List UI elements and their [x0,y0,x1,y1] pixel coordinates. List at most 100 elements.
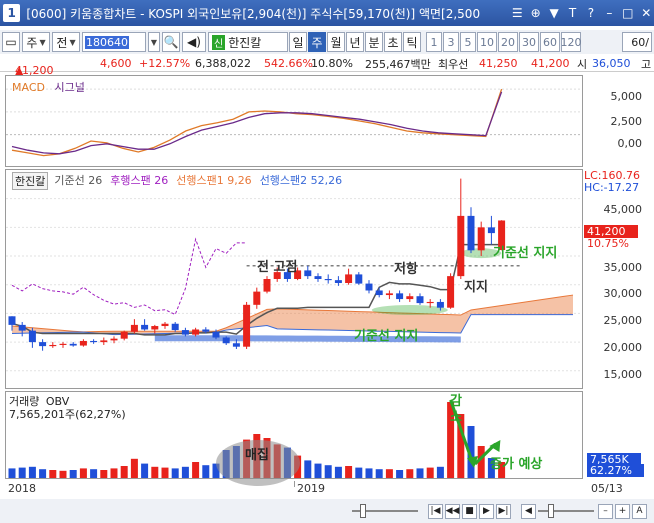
price-panel[interactable]: 한진칼 기준선 26 후행스팬 26 선행스팬1 9,26 선행스팬2 52,2… [5,169,583,389]
zoom-slider[interactable] [538,504,594,518]
volume-bar [406,469,414,478]
candle-body [457,215,465,277]
volume-bar [39,469,47,478]
macd-axis: 5,000 2,500 0,00 [584,75,652,167]
volume-bar [130,458,138,478]
zoom-in-icon[interactable]: + [615,503,630,519]
candle-body [141,324,149,330]
candle-body [59,343,67,345]
price-legend: 한진칼 기준선 26 후행스팬 26 선행스팬1 9,26 선행스팬2 52,2… [12,172,342,190]
macd-axis-label: 5,000 [610,90,643,103]
candle-body [447,276,455,308]
price-axis-label: 15,000 [603,368,643,381]
type-select[interactable]: 주 ▼ [22,32,50,52]
candle-body [161,323,169,327]
interval-button[interactable]: 5 [460,32,476,52]
period-button[interactable]: 초 [384,32,402,52]
last-page-icon[interactable]: ▶| [496,503,511,519]
volume-bar [365,468,373,478]
date-axis: 2018 2019 05/13 [5,481,623,497]
stock-code-input[interactable]: 180640 [82,32,146,52]
zoom-slider-left-icon[interactable]: ◀ [521,503,536,519]
macd-axis-label: 2,500 [610,115,643,128]
minimize-icon[interactable]: – [602,5,617,21]
text-icon[interactable]: T [565,5,580,21]
search-icon[interactable]: 🔍 [162,32,180,52]
volume-bar [90,469,98,478]
volume-panel[interactable]: 거래량 OBV 7,565,201주(62,27%) 매집 감소 증가 예상 [5,391,583,486]
candle-body [232,343,240,347]
candle-body [100,340,108,343]
period-button[interactable]: 년 [346,32,364,52]
period-button[interactable]: 분 [365,32,383,52]
help-icon[interactable]: ? [583,5,598,21]
volume-bar [426,467,434,478]
period-button[interactable]: 틱 [403,32,421,52]
volume-bar [171,468,179,478]
zoom-handle[interactable] [548,504,554,518]
candle-body [8,316,16,325]
macd-panel[interactable]: MACD 시그널 [5,75,583,167]
accumulate-annotation: 매집 [245,448,269,463]
close-icon[interactable]: ✕ [639,5,654,21]
interval-button[interactable]: 1 [426,32,442,52]
sound-icon[interactable]: ◀) [182,32,206,52]
interval-button[interactable]: 10 [477,32,497,52]
quote-open-price: 36,050 [592,57,631,70]
support-word-annotation: 지지 [464,280,488,295]
candle-body [355,274,363,284]
interval-button[interactable]: 30 [519,32,539,52]
chevron-down-icon: ▼ [150,37,158,47]
link-icon[interactable]: ⊕ [528,5,543,21]
zoom-track [538,510,594,512]
count-input[interactable]: 60/ [622,32,652,52]
date-label: 2018 [8,482,36,495]
candle-body [120,331,128,339]
slider-handle[interactable] [360,504,366,518]
volume-bar [151,466,159,478]
scroll-slider[interactable] [352,504,418,518]
candle-body [90,340,98,343]
chevron-down-icon: ▼ [69,37,76,47]
window-list-icon[interactable]: ☰ [510,5,525,21]
price-axis-label: 35,000 [603,261,643,274]
kijun-support-annotation-right: 기준선 지지 [493,246,558,261]
stock-code-dropdown-button[interactable]: ▼ [148,32,160,52]
volume-bar [100,470,108,478]
period-button[interactable]: 월 [327,32,345,52]
macd-line [11,88,503,157]
volume-bar [345,466,353,478]
next-icon[interactable]: ▶ [479,503,494,519]
interval-button[interactable]: 60 [540,32,560,52]
period-button[interactable]: 주 [308,32,326,52]
price-axis-label: 30,000 [603,287,643,300]
volume-bar [324,465,332,478]
volume-bar [120,466,128,478]
interval-button[interactable]: 20 [498,32,518,52]
interval-button[interactable]: 120 [561,32,582,52]
filter-icon[interactable]: ▼ [546,5,561,21]
stop-icon[interactable]: ■ [462,503,477,519]
stock-name-tag[interactable]: 한진칼 [12,172,49,190]
maximize-icon[interactable]: □ [620,5,635,21]
candle-body [49,344,57,347]
macd-axis-label: 0,00 [617,137,643,150]
period-group: 일주월년분초틱 [288,32,421,52]
stock-name-field[interactable]: 신 한진칼 [208,32,288,52]
menu-icon[interactable]: ▭ [2,32,20,52]
zoom-out-icon[interactable]: – [598,503,613,519]
market-select[interactable]: 전 ▼ [52,32,80,52]
legend-span2: 선행스팬2 52,26 [259,174,343,187]
candle-body [487,227,495,234]
quote-turnover: 10.80% [311,57,353,70]
first-page-icon[interactable]: |◀ [428,503,443,519]
legend-kijun: 기준선 26 [54,174,103,187]
period-button[interactable]: 일 [289,32,307,52]
interval-button[interactable]: 3 [443,32,459,52]
candle-body [222,337,230,344]
volume-bar [334,466,342,478]
signal-label: 시그널 [54,81,85,94]
prev-icon[interactable]: ◀◀ [445,503,460,519]
text-tool-icon[interactable]: A [632,503,647,519]
volume-bar [79,468,87,478]
